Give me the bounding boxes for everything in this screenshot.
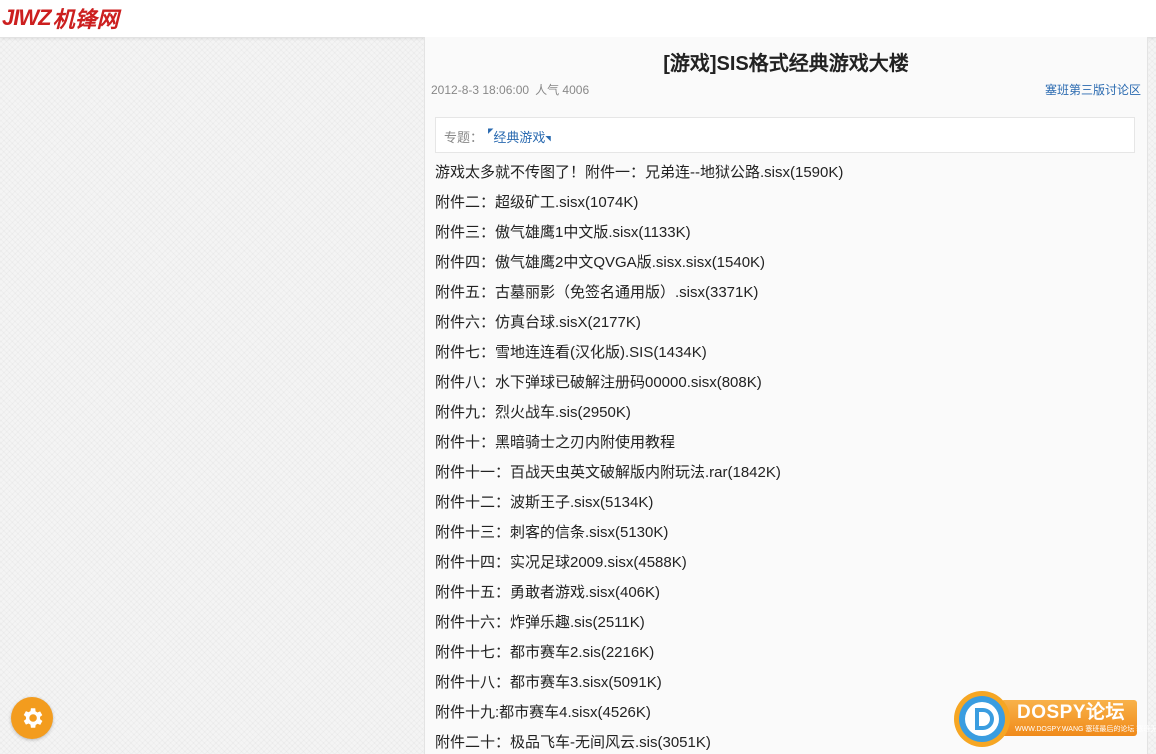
dospy-logo-icon (954, 691, 1010, 747)
topic-box: 专题： ◤经典游戏◥ (435, 117, 1135, 153)
article-title: [游戏]SIS格式经典游戏大楼 (663, 53, 909, 75)
site-logo[interactable]: JIWZ 机锋网 (2, 3, 119, 33)
attachment-item: 附件十四：实况足球2009.sisx(4588K) (435, 554, 687, 571)
attachment-item: 附件十六：炸弹乐趣.sis(2511K) (435, 614, 645, 631)
attachment-item: 附件十三：刺客的信条.sisx(5130K) (435, 524, 669, 541)
attachment-item: 附件二：超级矿工.sisx(1074K) (435, 194, 639, 211)
attachment-item: 附件七：雪地连连看(汉化版).SIS(1434K) (435, 344, 707, 361)
attachment-item: 附件五：古墓丽影（免签名通用版）.sisx(3371K) (435, 284, 759, 301)
attachment-item: 附件九：烈火战车.sis(2950K) (435, 404, 631, 421)
topic-tag-link[interactable]: ◤经典游戏◥ (488, 127, 551, 146)
attachment-item: 附件十五：勇敢者游戏.sisx(406K) (435, 584, 661, 601)
watermark-name: DOSPY论坛 (1017, 702, 1126, 723)
top-bar: JIWZ 机锋网 (0, 0, 1156, 38)
topic-label: 专题： (444, 130, 484, 145)
settings-button[interactable] (11, 697, 53, 739)
article-panel: [游戏]SIS格式经典游戏大楼 2012-8-3 18:06:00 人气 4006… (424, 37, 1148, 754)
attachment-item: 附件三：傲气雄鹰1中文版.sisx(1133K) (435, 224, 691, 241)
attachment-item: 附件十二：波斯王子.sisx(5134K) (435, 494, 654, 511)
post-datetime: 2012-8-3 18:06:00 (431, 83, 530, 97)
attachment-item: 附件十七：都市赛车2.sis(2216K) (435, 644, 655, 661)
content-line: 游戏太多就不传图了！附件一：兄弟连--地狱公路.sisx(1590K) (435, 164, 844, 181)
topic-tag-text: 经典游戏 (493, 130, 546, 145)
popularity-count: 人气 4006 (535, 83, 590, 97)
logo-cn-text: 机锋网 (52, 8, 119, 33)
attachment-item: 附件十一：百战天虫英文破解版内附玩法.rar(1842K) (435, 464, 781, 481)
attachment-item: 附件十：黑暗骑士之刃内附使用教程 (435, 434, 676, 451)
watermark-subtext: WWW.DOSPY.WANG 塞班最后的论坛 塞班无寿命 (1015, 726, 1156, 733)
dospy-watermark: DOSPY论坛 WWW.DOSPY.WANG 塞班最后的论坛 塞班无寿命 (953, 690, 1156, 748)
attachment-list: 游戏太多就不传图了！附件一：兄弟连--地狱公路.sisx(1590K) 附件二：… (435, 161, 1135, 754)
forum-link[interactable]: 塞班第三版讨论区 (1045, 81, 1141, 98)
logo-latin-text: JIWZ (2, 5, 52, 30)
article-meta: 2012-8-3 18:06:00 人气 4006 (431, 81, 589, 98)
attachment-item: 附件六：仿真台球.sisX(2177K) (435, 314, 641, 331)
attachment-item: 附件四：傲气雄鹰2中文QVGA版.sisx.sisx(1540K) (435, 254, 766, 271)
attachment-item: 附件八：水下弹球已破解注册码00000.sisx(808K) (435, 374, 762, 391)
tag-corner-icon: ◥ (545, 135, 551, 143)
gear-icon (23, 708, 43, 728)
